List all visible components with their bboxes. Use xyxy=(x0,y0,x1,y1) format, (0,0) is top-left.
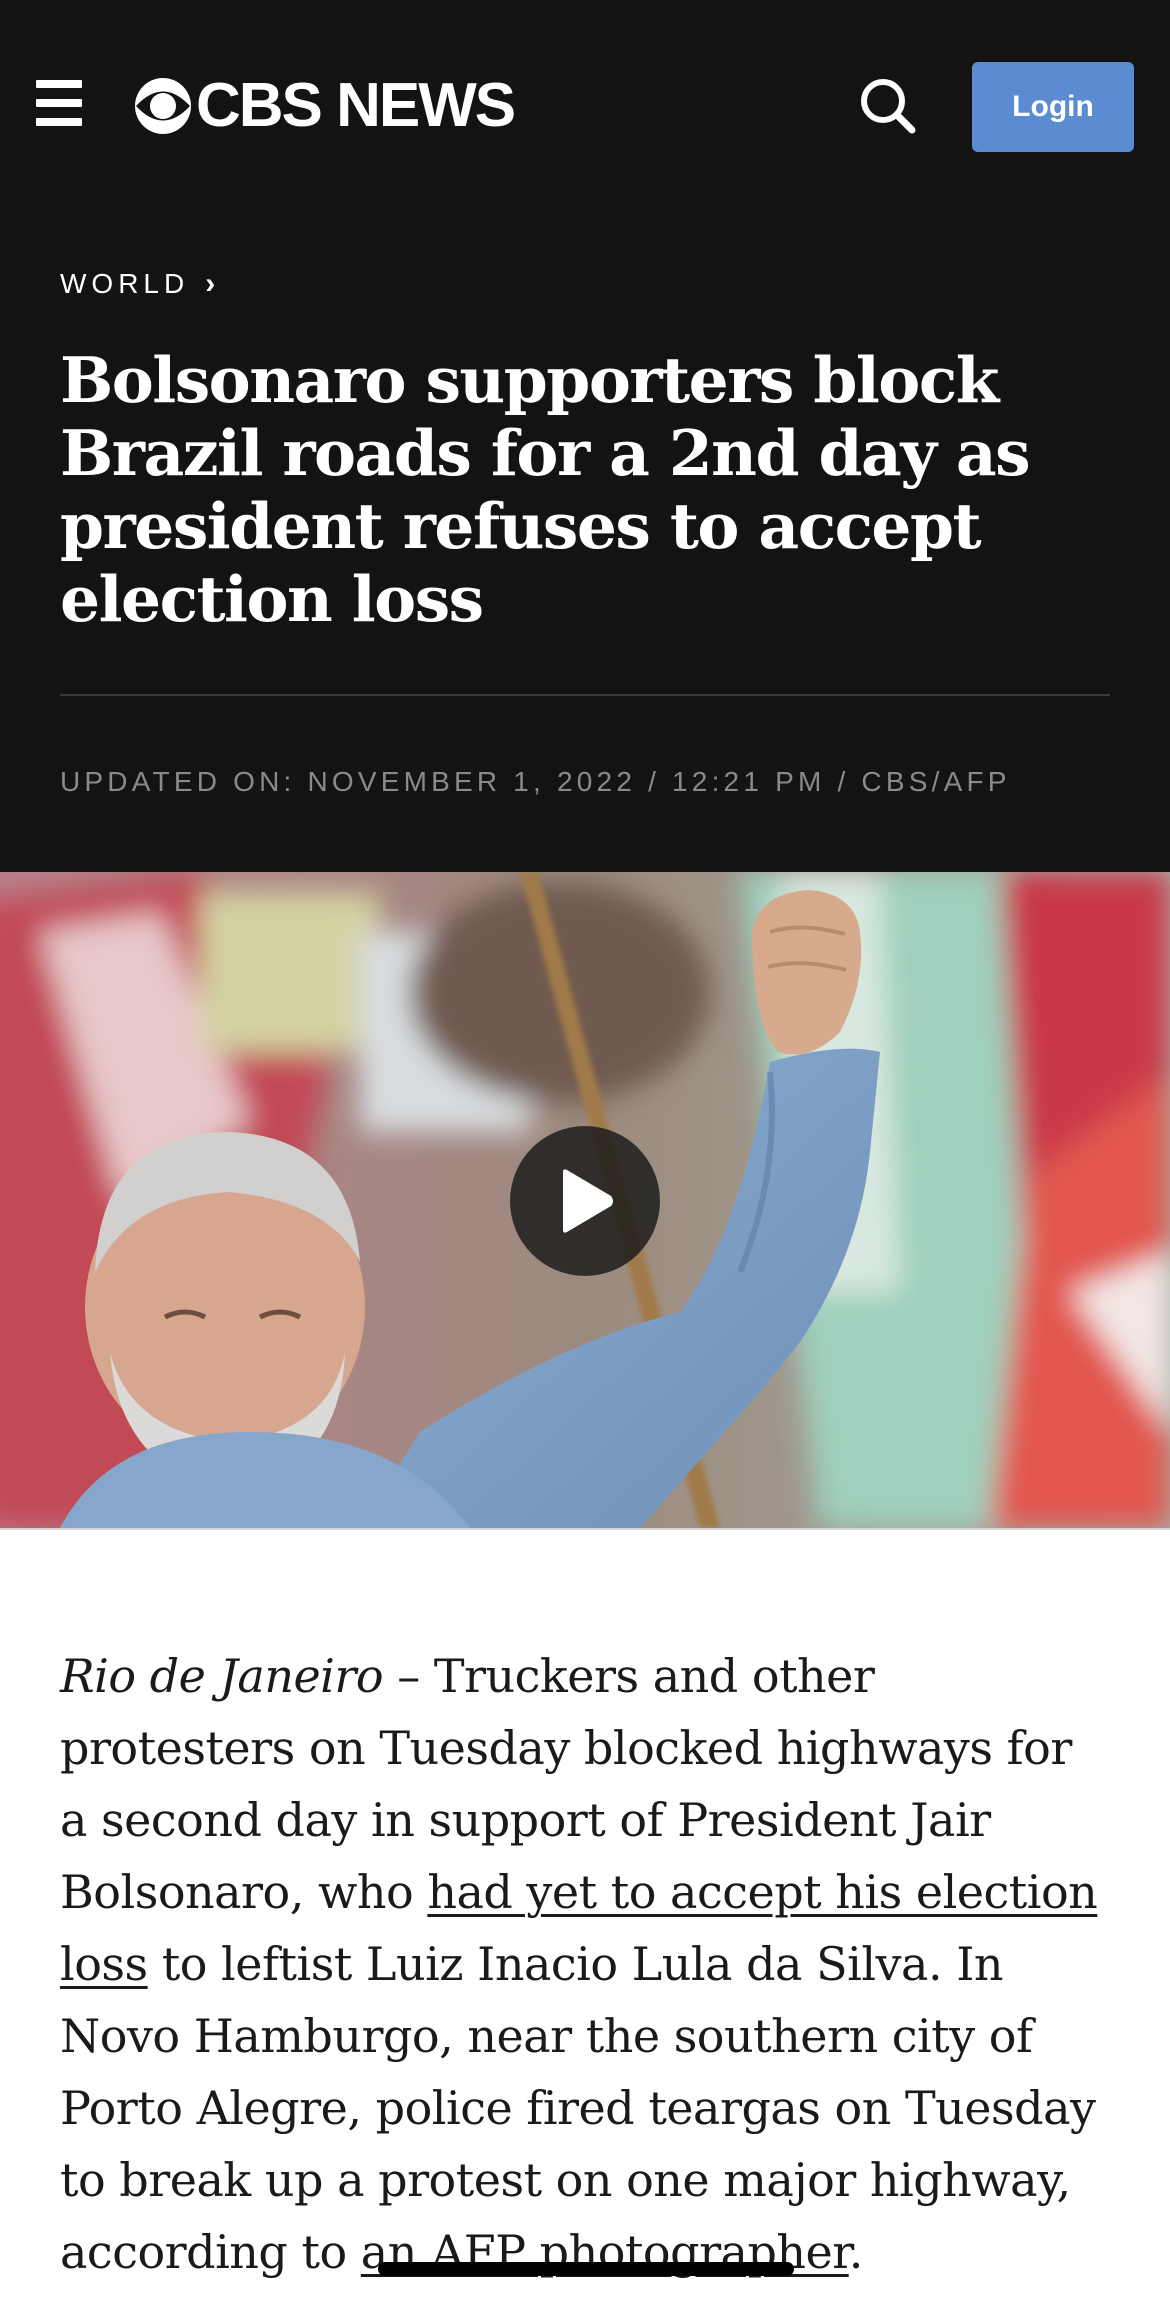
article-text: . xyxy=(848,2225,864,2279)
hamburger-menu-icon[interactable] xyxy=(36,80,82,126)
video-player[interactable] xyxy=(0,872,1170,1528)
chevron-right-icon: › xyxy=(205,267,216,300)
video-divider xyxy=(0,1528,1170,1530)
play-button[interactable] xyxy=(510,1126,660,1276)
article-header: CBS NEWS Login WORLD › Bolsonaro support… xyxy=(0,0,1170,872)
section-breadcrumb-world[interactable]: WORLD › xyxy=(60,264,215,304)
article-dateline: Rio de Janeiro xyxy=(60,1649,384,1703)
section-label: WORLD xyxy=(60,268,190,299)
dateline-dash: – xyxy=(383,1649,434,1703)
article-byline: UPDATED ON: NOVEMBER 1, 2022 / 12:21 PM … xyxy=(60,766,1011,797)
login-button[interactable]: Login xyxy=(972,62,1134,152)
play-icon xyxy=(563,1169,613,1233)
cbs-eye-logo-icon xyxy=(135,78,191,134)
article-headline: Bolsonaro supporters block Brazil roads … xyxy=(60,343,1031,636)
article-body: Rio de Janeiro – Truckers and other prot… xyxy=(60,1640,1110,2288)
search-icon[interactable] xyxy=(858,76,918,136)
header-divider xyxy=(60,694,1110,696)
brand-name: CBS NEWS xyxy=(196,71,516,140)
cbs-news-logo[interactable]: CBS NEWS xyxy=(134,71,516,140)
home-indicator[interactable] xyxy=(378,2262,794,2276)
